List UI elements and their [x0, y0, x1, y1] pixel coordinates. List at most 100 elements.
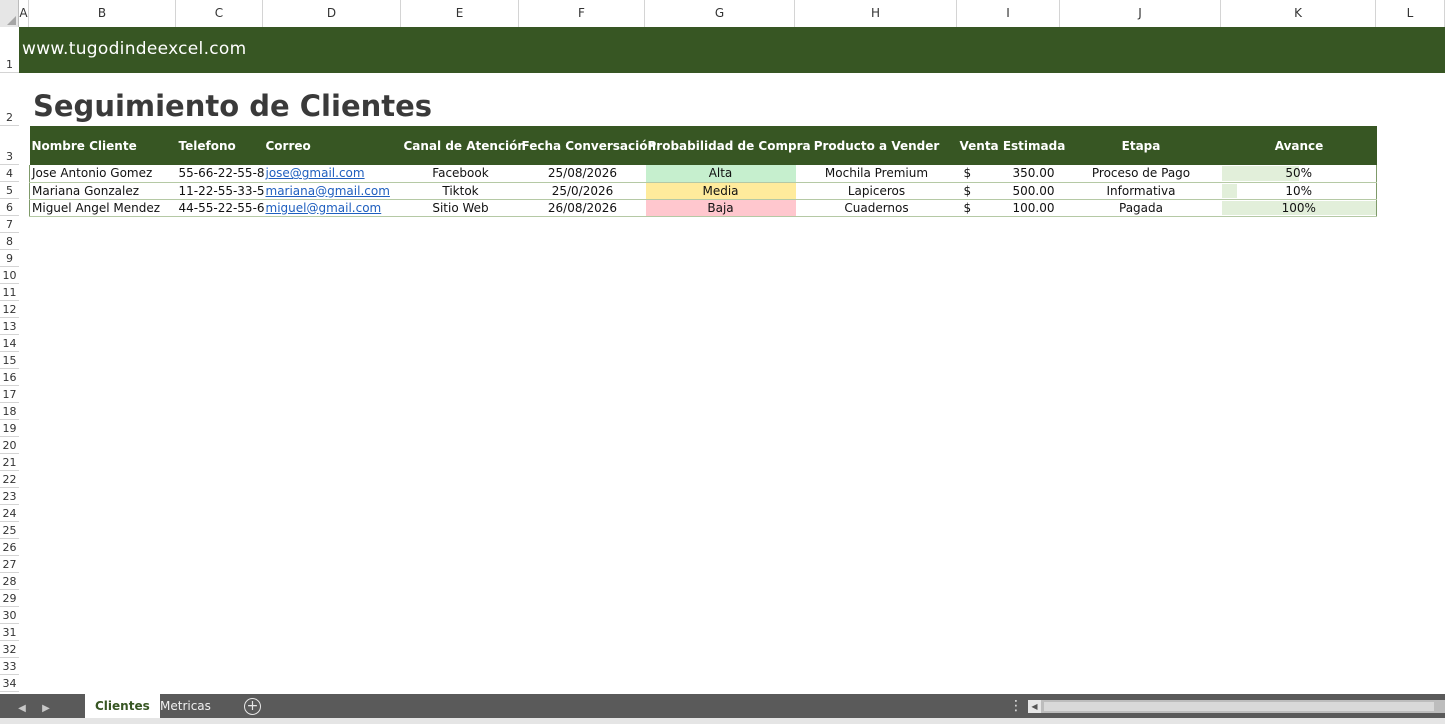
sheet-grid[interactable]: www.tugodindeexcel.com Seguimiento de Cl…: [19, 27, 1445, 694]
cell-canal[interactable]: Tiktok: [401, 182, 520, 200]
row-header-28[interactable]: 28: [0, 573, 19, 590]
row-header-20[interactable]: 20: [0, 437, 19, 454]
cell-probabilidad-media[interactable]: Media: [645, 182, 796, 200]
row-header-7[interactable]: 7: [0, 216, 19, 233]
column-header-l[interactable]: L: [1376, 0, 1445, 27]
header-probabilidad[interactable]: Probabilidad de Compra: [645, 126, 811, 165]
cell-telefono[interactable]: 11-22-55-33-55: [176, 182, 264, 200]
cell-fecha[interactable]: 25/0/2026: [519, 182, 646, 200]
row-header-9[interactable]: 9: [0, 250, 19, 267]
row-header-32[interactable]: 32: [0, 641, 19, 658]
header-telefono[interactable]: Telefono: [176, 126, 264, 165]
row-header-29[interactable]: 29: [0, 590, 19, 607]
scroll-left-icon[interactable]: ◀: [1028, 700, 1041, 713]
column-header-k[interactable]: K: [1221, 0, 1376, 27]
tab-clientes[interactable]: Clientes: [85, 694, 160, 720]
cell-fecha[interactable]: 26/08/2026: [519, 199, 646, 217]
cell-correo[interactable]: miguel@gmail.com: [263, 199, 402, 217]
row-header-8[interactable]: 8: [0, 233, 19, 250]
cell-probabilidad-baja[interactable]: Baja: [645, 199, 796, 217]
header-canal[interactable]: Canal de Atención: [401, 126, 526, 165]
header-etapa[interactable]: Etapa: [1060, 126, 1222, 165]
arrow-left-icon[interactable]: ◀: [15, 700, 29, 718]
plus-circle-icon[interactable]: +: [244, 698, 261, 715]
cell-telefono[interactable]: 55-66-22-55-88: [176, 165, 264, 183]
cell-probabilidad-alta[interactable]: Alta: [645, 165, 796, 183]
row-header-31[interactable]: 31: [0, 624, 19, 641]
cell-correo[interactable]: jose@gmail.com: [263, 165, 402, 183]
email-link[interactable]: mariana@gmail.com: [266, 184, 390, 198]
cell-venta[interactable]: $350.00: [957, 165, 1061, 183]
header-nombre-cliente[interactable]: Nombre Cliente: [29, 126, 177, 165]
cell-venta[interactable]: $500.00: [957, 182, 1061, 200]
header-avance[interactable]: Avance: [1221, 126, 1377, 165]
header-venta[interactable]: Venta Estimada: [957, 126, 1065, 165]
row-header-18[interactable]: 18: [0, 403, 19, 420]
column-header-i[interactable]: I: [957, 0, 1060, 27]
cell-nombre[interactable]: Jose Antonio Gomez: [29, 165, 177, 183]
cell-venta[interactable]: $100.00: [957, 199, 1061, 217]
header-correo[interactable]: Correo: [263, 126, 402, 165]
row-header-25[interactable]: 25: [0, 522, 19, 539]
row-header-23[interactable]: 23: [0, 488, 19, 505]
cell-etapa[interactable]: Informativa: [1060, 182, 1222, 200]
row-header-4[interactable]: 4: [0, 165, 19, 182]
column-header-a[interactable]: A: [19, 0, 29, 27]
row-header-1[interactable]: 1: [0, 27, 19, 73]
cell-nombre[interactable]: Miguel Angel Mendez: [29, 199, 177, 217]
header-producto[interactable]: Producto a Vender: [795, 126, 958, 165]
row-header-24[interactable]: 24: [0, 505, 19, 522]
row-header-6[interactable]: 6: [0, 199, 19, 216]
cell-canal[interactable]: Sitio Web: [401, 199, 520, 217]
cell-etapa[interactable]: Pagada: [1060, 199, 1222, 217]
column-header-d[interactable]: D: [263, 0, 401, 27]
more-vertical-icon[interactable]: ⋮: [1009, 698, 1023, 714]
row-header-15[interactable]: 15: [0, 352, 19, 369]
select-all-button[interactable]: [0, 0, 19, 27]
cell-avance[interactable]: 100%: [1221, 199, 1377, 217]
column-header-e[interactable]: E: [401, 0, 519, 27]
row-header-26[interactable]: 26: [0, 539, 19, 556]
column-header-f[interactable]: F: [519, 0, 645, 27]
cell-avance[interactable]: 10%: [1221, 182, 1377, 200]
scrollbar-thumb[interactable]: [1044, 702, 1434, 711]
row-header-33[interactable]: 33: [0, 658, 19, 675]
row-header-2[interactable]: 2: [0, 73, 19, 126]
row-header-22[interactable]: 22: [0, 471, 19, 488]
cell-producto[interactable]: Cuadernos: [795, 199, 958, 217]
cell-correo[interactable]: mariana@gmail.com: [263, 182, 402, 200]
row-header-27[interactable]: 27: [0, 556, 19, 573]
tab-metricas[interactable]: Metricas: [150, 694, 221, 718]
row-header-11[interactable]: 11: [0, 284, 19, 301]
arrow-right-icon[interactable]: ▶: [39, 700, 53, 718]
email-link[interactable]: miguel@gmail.com: [266, 201, 382, 215]
row-header-3[interactable]: 3: [0, 126, 19, 165]
row-header-34[interactable]: 34: [0, 675, 19, 692]
cell-avance[interactable]: 50%: [1221, 165, 1377, 183]
row-header-14[interactable]: 14: [0, 335, 19, 352]
email-link[interactable]: jose@gmail.com: [266, 166, 365, 180]
row-header-21[interactable]: 21: [0, 454, 19, 471]
column-header-g[interactable]: G: [645, 0, 795, 27]
row-header-17[interactable]: 17: [0, 386, 19, 403]
header-fecha[interactable]: Fecha Conversación: [519, 126, 656, 165]
row-header-13[interactable]: 13: [0, 318, 19, 335]
row-header-16[interactable]: 16: [0, 369, 19, 386]
cell-nombre[interactable]: Mariana Gonzalez: [29, 182, 177, 200]
cell-telefono[interactable]: 44-55-22-55-66: [176, 199, 264, 217]
column-header-c[interactable]: C: [176, 0, 263, 27]
column-header-b[interactable]: B: [29, 0, 176, 27]
row-header-30[interactable]: 30: [0, 607, 19, 624]
row-header-10[interactable]: 10: [0, 267, 19, 284]
cell-etapa[interactable]: Proceso de Pago: [1060, 165, 1222, 183]
cell-fecha[interactable]: 25/08/2026: [519, 165, 646, 183]
row-header-12[interactable]: 12: [0, 301, 19, 318]
row-header-5[interactable]: 5: [0, 182, 19, 199]
row-header-19[interactable]: 19: [0, 420, 19, 437]
horizontal-scrollbar[interactable]: ◀: [1028, 700, 1445, 713]
column-header-h[interactable]: H: [795, 0, 957, 27]
cell-producto[interactable]: Mochila Premium: [795, 165, 958, 183]
cell-producto[interactable]: Lapiceros: [795, 182, 958, 200]
column-header-j[interactable]: J: [1060, 0, 1221, 27]
cell-canal[interactable]: Facebook: [401, 165, 520, 183]
